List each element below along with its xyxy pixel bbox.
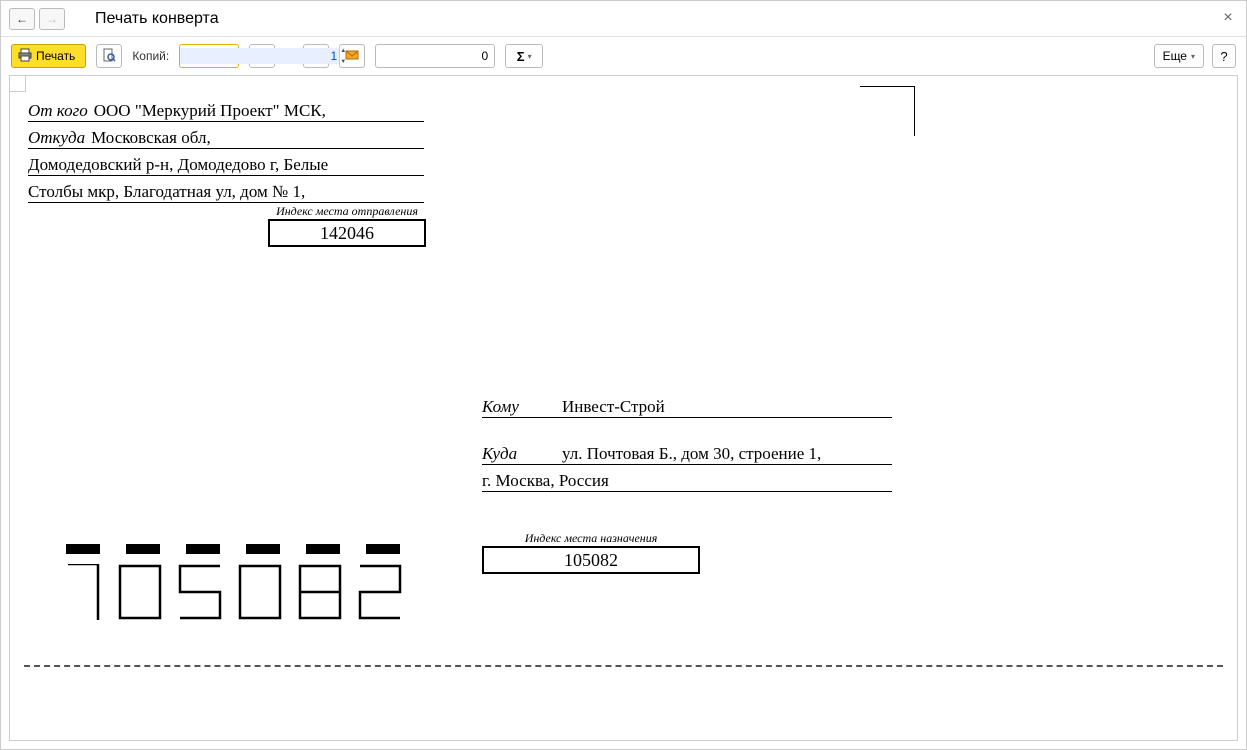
recipient-where-label: Куда [482,444,556,464]
sender-index-value: 142046 [320,223,374,244]
close-button[interactable]: × [1220,9,1236,27]
close-icon: × [1223,9,1232,26]
sigma-icon: Σ [517,49,525,64]
copies-label: Копий: [132,49,169,63]
stencil-digit [238,544,288,620]
to-value: Инвест-Строй [562,397,892,417]
copies-stepper[interactable]: ▲ ▼ [179,44,239,68]
destination-index-box: 105082 [482,546,700,574]
sender-addr-line3: Столбы мкр, Благодатная ул, дом № 1, [28,182,424,202]
number-display[interactable]: 0 [375,44,495,68]
print-preview-area[interactable]: От кого ООО "Меркурий Проект" МСК, Откуд… [9,75,1238,741]
destination-index-value: 105082 [564,550,618,571]
postal-index-stencil [58,544,408,620]
sum-button[interactable]: Σ ▾ [505,44,543,68]
app-window: ← → Печать конверта × Печать Копий: [0,0,1247,750]
sender-block: От кого ООО "Меркурий Проект" МСК, Откуд… [28,95,424,203]
from-label: От кого [28,101,88,121]
recipient-addr-line2: г. Москва, Россия [482,471,892,491]
destination-index-wrap: Индекс места назначения 105082 [482,531,700,574]
stencil-digit [178,544,228,620]
chevron-down-icon: ▾ [1191,52,1195,61]
titlebar: ← → Печать конверта × [1,1,1246,37]
printer-icon [18,48,32,65]
stamp-corner-mark [860,86,915,136]
sender-index-caption: Индекс места отправления [268,204,426,219]
stencil-digit [58,544,108,620]
destination-index-caption: Индекс места назначения [482,531,700,546]
help-button[interactable]: ? [1212,44,1236,68]
sender-addr-line2: Домодедовский р-н, Домодедово г, Белые [28,155,424,175]
copies-input[interactable] [180,48,339,64]
from-value: ООО "Меркурий Проект" МСК, [94,101,424,121]
envelope-icon [345,48,359,65]
stencil-digit [118,544,168,620]
stencil-digit [358,544,408,620]
magnifier-page-icon [102,48,116,65]
more-button[interactable]: Еще ▾ [1154,44,1204,68]
print-button[interactable]: Печать [11,44,86,68]
chevron-down-icon: ▼ [340,59,346,65]
chevron-down-icon: ▾ [528,52,532,61]
arrow-right-icon: → [46,12,58,26]
print-label: Печать [36,49,75,63]
nav-back-button[interactable]: ← [9,8,35,30]
sheet-corner [10,76,26,92]
recipient-where-value: ул. Почтовая Б., дом 30, строение 1, [562,444,892,464]
sender-index-box: 142046 [268,219,426,247]
help-icon: ? [1220,49,1227,64]
preview-button[interactable] [96,44,122,68]
sender-index-wrap: Индекс места отправления 142046 [268,204,426,247]
copies-spin-up[interactable]: ▲ [339,45,346,56]
copies-spin-down[interactable]: ▼ [339,56,346,67]
page-title: Печать конверта [95,10,219,28]
number-value: 0 [482,49,489,63]
more-label: Еще [1163,49,1187,63]
sender-where-value: Московская обл, [91,128,424,148]
toolbar: Печать Копий: ▲ ▼ [1,37,1246,75]
to-label: Кому [482,397,556,417]
arrow-left-icon: ← [16,12,28,26]
nav-forward-button[interactable]: → [39,8,65,30]
stencil-digit [298,544,348,620]
sender-where-label: Откуда [28,128,85,148]
tear-line [24,665,1223,667]
chevron-up-icon: ▲ [340,48,346,54]
recipient-block: Кому Инвест-Строй Куда ул. Почтовая Б., … [482,391,892,492]
